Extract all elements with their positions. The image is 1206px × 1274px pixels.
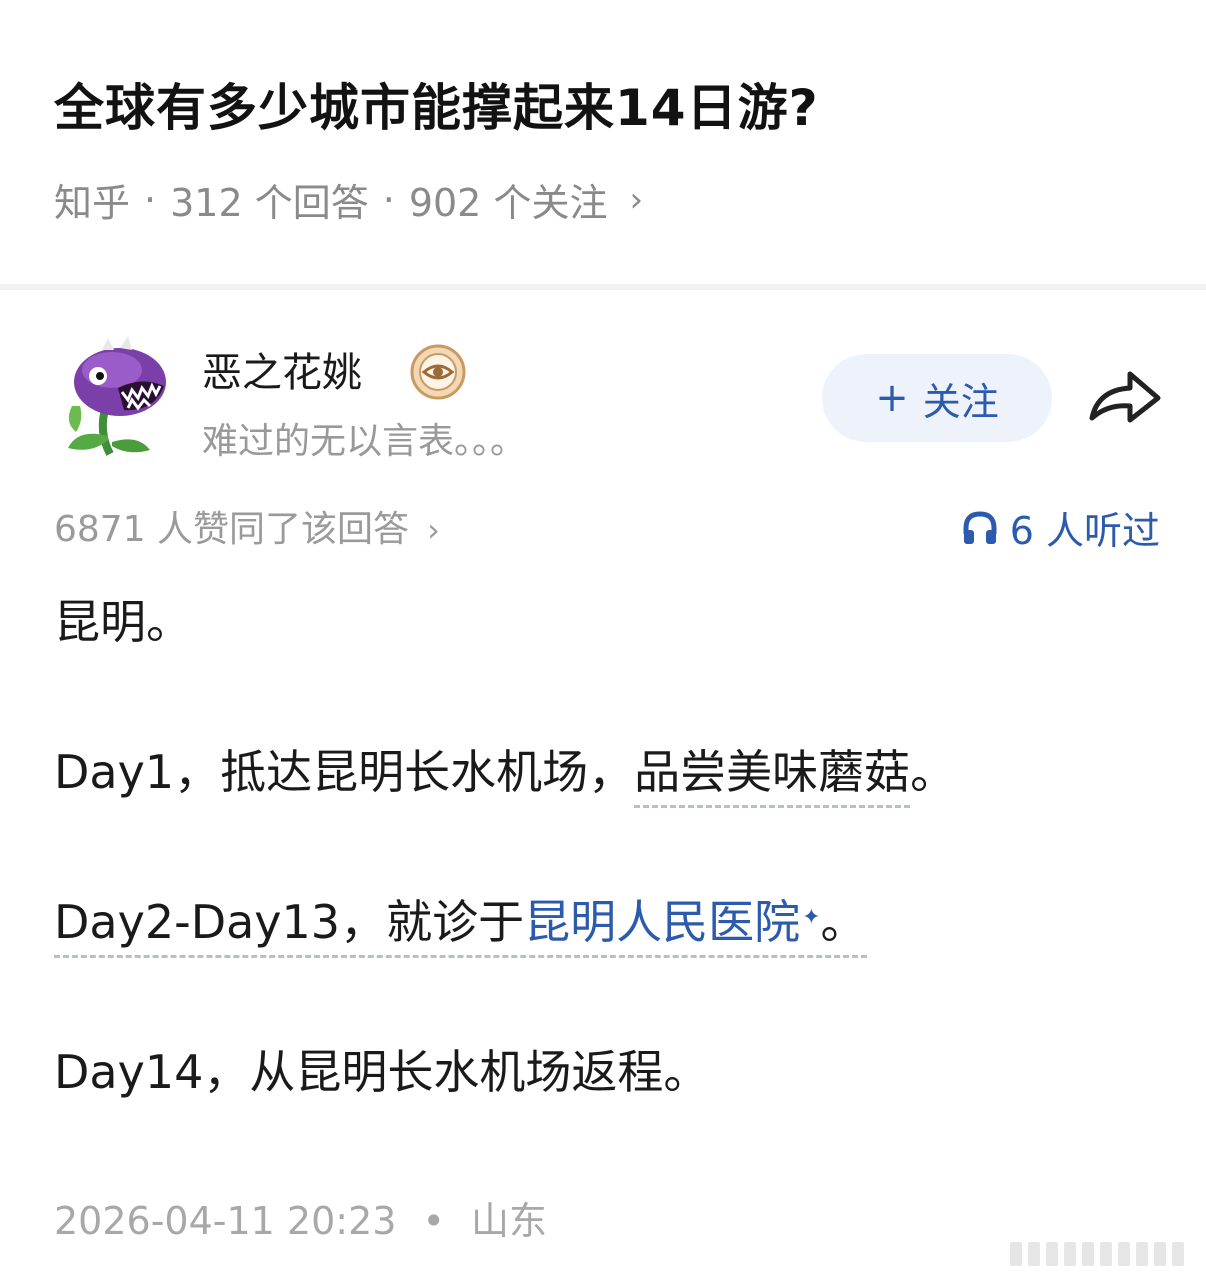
answer-paragraph: 昆明。: [54, 595, 192, 649]
watermark: [1010, 1234, 1200, 1266]
follow-button[interactable]: + 关注: [822, 354, 1052, 442]
follower-count: 902 个关注: [408, 181, 608, 225]
author-bio: 难过的无以言表。。。: [202, 421, 527, 462]
answer-paragraph: Day2-Day13，就诊于昆明人民医院✦。: [54, 890, 867, 958]
footer-meta: 2026-04-11 20:23 • 山东: [54, 1190, 547, 1245]
chevron-right-icon: ›: [427, 511, 440, 549]
answer-text: 。: [910, 745, 957, 799]
stats-row: 6871 人赞同了该回答 › 6 人听过: [0, 500, 1206, 553]
answer-text-prefix: Day2-Day13，就诊于: [54, 895, 525, 949]
plus-icon: +: [875, 375, 909, 421]
share-arrow-icon[interactable]: [1086, 368, 1164, 430]
meta-separator: ·: [382, 177, 395, 222]
search-highlight-link[interactable]: 品尝美味蘑菇: [634, 745, 911, 808]
upvote-summary[interactable]: 6871 人赞同了该回答 ›: [54, 500, 440, 552]
question-title[interactable]: 全球有多少城市能撑起来14日游?: [54, 68, 819, 140]
hospital-link[interactable]: 昆明人民医院: [524, 895, 800, 949]
section-divider: [0, 284, 1206, 290]
chevron-right-icon: ›: [629, 179, 644, 220]
listen-label: 6 人听过: [1009, 509, 1160, 553]
meta-separator: ·: [144, 177, 157, 222]
source-label: 知乎: [54, 181, 131, 225]
meta-separator: •: [422, 1199, 445, 1243]
answer-text: Day1，抵达昆明长水机场，: [54, 745, 635, 799]
answer-count: 312 个回答: [170, 181, 369, 225]
author-name[interactable]: 恶之花姚: [202, 340, 362, 398]
answer-paragraph: Day14，从昆明长水机场返程。: [54, 1045, 710, 1099]
eye-badge-icon[interactable]: [410, 344, 466, 400]
sparkle-icon: ✦: [802, 905, 821, 930]
listen-count[interactable]: 6 人听过: [960, 500, 1160, 555]
question-meta[interactable]: 知乎 · 312 个回答 · 902 个关注 ›: [54, 172, 643, 227]
author-row: 恶之花姚 难过的无以言表。。。 + 关注: [0, 300, 1206, 480]
question-header: 全球有多少城市能撑起来14日游? 知乎 · 312 个回答 · 902 个关注 …: [0, 0, 1206, 284]
post-location: 山东: [471, 1199, 548, 1243]
avatar[interactable]: [58, 336, 178, 456]
headphones-icon: [963, 510, 997, 544]
answer-paragraph: Day1，抵达昆明长水机场，品尝美味蘑菇。: [54, 740, 957, 808]
chomper-avatar-icon: [68, 336, 166, 456]
follow-label: 关注: [922, 379, 999, 424]
answer-text: Day2-Day13，就诊于昆明人民医院✦。: [54, 895, 867, 958]
answer-text-suffix: 。: [820, 895, 867, 949]
upvote-count: 6871 人赞同了该回答: [54, 509, 410, 550]
post-datetime: 2026-04-11 20:23: [54, 1199, 397, 1243]
